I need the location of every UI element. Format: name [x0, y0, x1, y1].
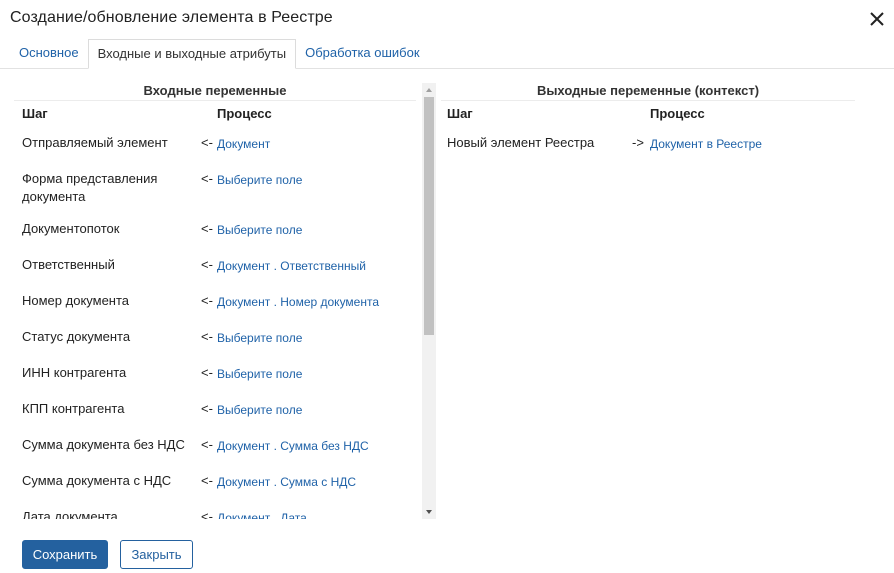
output-variables-panel: Выходные переменные (контекст) Шаг Проце… — [441, 77, 855, 177]
input-panel-scrollbar[interactable] — [422, 83, 436, 519]
variable-value-link[interactable]: Выберите поле — [217, 211, 302, 239]
variable-value-link[interactable]: Выберите поле — [217, 161, 302, 189]
variable-row: КПП контрагента <- Выберите поле — [14, 391, 416, 427]
variable-value-link[interactable]: Документ . Номер документа — [217, 283, 379, 311]
close-button[interactable]: Закрыть — [120, 540, 193, 569]
save-button[interactable]: Сохранить — [22, 540, 108, 569]
scroll-down-arrow-icon[interactable] — [422, 505, 436, 519]
input-variables-title: Входные переменные — [14, 77, 416, 101]
variable-name: Номер документа — [22, 293, 130, 308]
tab-bar: Основное Входные и выходные атрибуты Обр… — [10, 39, 429, 69]
variable-row: Ответственный <- Документ . Ответственны… — [14, 247, 416, 283]
arrow-in-icon: <- — [201, 293, 213, 308]
variable-row: Сумма документа без НДС <- Документ . Су… — [14, 427, 416, 463]
tab-general[interactable]: Основное — [10, 39, 88, 69]
variable-row: Новый элемент Реестра -> Документ в Реес… — [441, 125, 855, 161]
arrow-in-icon: <- — [201, 221, 213, 236]
variable-name: КПП контрагента — [22, 401, 125, 416]
variable-row: Форма представления документа <- Выберит… — [14, 161, 416, 211]
variable-name: Дата документа — [22, 509, 118, 519]
variable-value-link[interactable]: Документ — [217, 125, 270, 153]
tab-error-handling[interactable]: Обработка ошибок — [296, 39, 428, 69]
variable-name: ИНН контрагента — [22, 365, 127, 380]
arrow-in-icon: <- — [201, 401, 213, 416]
variable-name: Сумма документа с НДС — [22, 473, 172, 488]
variable-row: Сумма документа с НДС <- Документ . Сумм… — [14, 463, 416, 499]
variable-name: Документопоток — [22, 221, 120, 236]
arrow-in-icon: <- — [201, 509, 213, 519]
variable-row: Отправляемый элемент <- Документ — [14, 125, 416, 161]
variable-row: Документопоток <- Выберите поле — [14, 211, 416, 247]
variable-name: Новый элемент Реестра — [447, 135, 595, 150]
variable-row: Статус документа <- Выберите поле — [14, 319, 416, 355]
tab-io-attributes[interactable]: Входные и выходные атрибуты — [87, 39, 297, 69]
arrow-out-icon: -> — [632, 135, 644, 150]
arrow-in-icon: <- — [201, 437, 213, 452]
variable-value-link[interactable]: Выберите поле — [217, 391, 302, 419]
variable-value-link[interactable]: Выберите поле — [217, 355, 302, 383]
arrow-in-icon: <- — [201, 473, 213, 488]
variable-value-link[interactable]: Выберите поле — [217, 319, 302, 347]
arrow-in-icon: <- — [201, 329, 213, 344]
scroll-up-arrow-icon[interactable] — [422, 83, 436, 97]
dialog-footer: Сохранить Закрыть — [22, 540, 193, 569]
variable-value-link[interactable]: Документ . Дата — [217, 499, 307, 519]
variable-name: Форма представления документа — [22, 171, 158, 204]
variable-value-link[interactable]: Документ . Ответственный — [217, 247, 366, 275]
variable-value-link[interactable]: Документ . Сумма с НДС — [217, 463, 356, 491]
close-icon[interactable] — [866, 8, 888, 30]
variable-row: Дата документа <- Документ . Дата — [14, 499, 416, 519]
variable-name: Ответственный — [22, 257, 115, 272]
input-variables-panel: Входные переменные Шаг Процесс Отправляе… — [14, 77, 416, 519]
column-header-process: Процесс — [650, 106, 705, 121]
arrow-in-icon: <- — [201, 171, 213, 186]
input-variables-header: Шаг Процесс — [14, 101, 416, 125]
output-variables-title: Выходные переменные (контекст) — [441, 77, 855, 101]
column-header-step: Шаг — [22, 106, 48, 121]
dialog: Создание/обновление элемента в Реестре О… — [0, 0, 894, 573]
variable-value-link[interactable]: Документ . Сумма без НДС — [217, 427, 369, 455]
variable-row: Номер документа <- Документ . Номер доку… — [14, 283, 416, 319]
variable-value-link[interactable]: Документ в Реестре — [650, 125, 762, 153]
output-variables-header: Шаг Процесс — [441, 101, 855, 125]
dialog-title: Создание/обновление элемента в Реестре — [10, 9, 333, 26]
variable-name: Отправляемый элемент — [22, 135, 168, 150]
variable-name: Сумма документа без НДС — [22, 437, 185, 452]
variable-row: ИНН контрагента <- Выберите поле — [14, 355, 416, 391]
column-header-process: Процесс — [217, 106, 272, 121]
arrow-in-icon: <- — [201, 365, 213, 380]
arrow-in-icon: <- — [201, 257, 213, 272]
arrow-in-icon: <- — [201, 135, 213, 150]
scroll-thumb[interactable] — [424, 97, 434, 335]
variable-name: Статус документа — [22, 329, 131, 344]
column-header-step: Шаг — [447, 106, 473, 121]
